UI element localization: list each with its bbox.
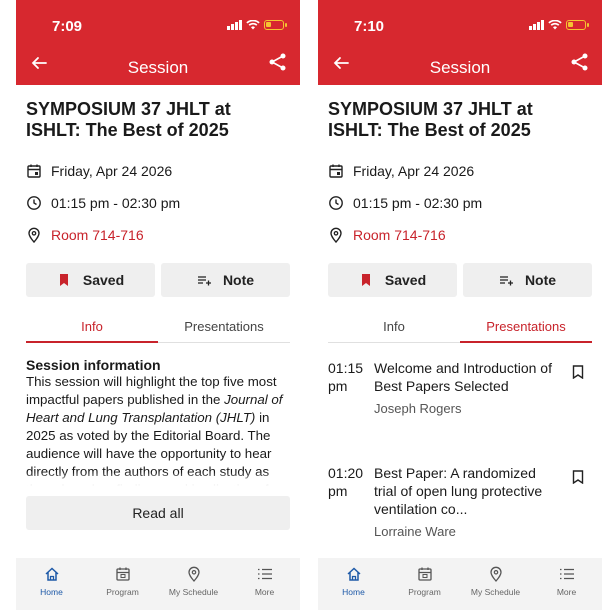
signal-icon bbox=[529, 20, 544, 30]
tab-info[interactable]: Info bbox=[26, 309, 158, 343]
session-time: 01:15 pm - 02:30 pm bbox=[26, 187, 290, 219]
status-time: 7:10 bbox=[354, 18, 385, 35]
presentation-title: Best Paper: A randomized trial of open l… bbox=[374, 465, 543, 517]
clock-icon bbox=[27, 196, 41, 210]
home-icon bbox=[44, 567, 59, 581]
read-all-button[interactable]: Read all bbox=[26, 496, 290, 530]
note-button[interactable]: Note bbox=[463, 263, 592, 297]
wifi-icon bbox=[246, 20, 260, 30]
status-bar: 7:09 bbox=[16, 0, 300, 42]
location-pin-icon bbox=[489, 566, 502, 582]
location-pin-icon bbox=[28, 227, 40, 243]
status-bar: 7:10 bbox=[318, 0, 602, 42]
bookmark-filled-icon bbox=[59, 274, 68, 286]
tab-presentations[interactable]: Presentations bbox=[460, 309, 592, 343]
presentation-time: 01:20 pm bbox=[328, 465, 364, 499]
add-note-icon bbox=[197, 276, 211, 286]
nav-more[interactable]: More bbox=[531, 558, 602, 610]
menu-icon bbox=[559, 568, 574, 580]
header-title: Session bbox=[127, 58, 189, 77]
home-icon bbox=[346, 567, 361, 581]
nav-program[interactable]: Program bbox=[87, 558, 158, 610]
presentation-time: 01:15 pm bbox=[328, 360, 364, 394]
saved-button[interactable]: Saved bbox=[328, 263, 457, 297]
status-time: 7:09 bbox=[52, 18, 83, 35]
header-title: Session bbox=[429, 58, 491, 77]
session-date: Friday, Apr 24 2026 bbox=[26, 155, 290, 187]
bookmark-icon[interactable] bbox=[572, 470, 584, 484]
phone-screen-info: 7:09 Session SYMPOSIUM 37 JHLT at ISHLT:… bbox=[16, 0, 300, 610]
phone-screen-presentations: 7:10 Session SYMPOSIUM 37 JHLT at ISHLT:… bbox=[318, 0, 602, 610]
session-date: Friday, Apr 24 2026 bbox=[328, 155, 592, 187]
presentation-item[interactable]: 01:20 pm Best Paper: A randomized trial … bbox=[328, 464, 592, 539]
session-tabs: Info Presentations bbox=[328, 309, 592, 343]
info-heading: Session information bbox=[26, 357, 161, 373]
bottom-nav: Home Program My Schedule More bbox=[16, 558, 300, 610]
wifi-icon bbox=[548, 20, 562, 30]
menu-icon bbox=[257, 568, 272, 580]
session-title: SYMPOSIUM 37 JHLT at ISHLT: The Best of … bbox=[26, 99, 231, 140]
tab-presentations[interactable]: Presentations bbox=[158, 309, 290, 342]
session-content: SYMPOSIUM 37 JHLT at ISHLT: The Best of … bbox=[16, 99, 300, 530]
nav-my-schedule[interactable]: My Schedule bbox=[460, 558, 531, 610]
presentation-author: Lorraine Ware bbox=[374, 524, 456, 539]
share-icon[interactable] bbox=[268, 52, 288, 72]
session-content: SYMPOSIUM 37 JHLT at ISHLT: The Best of … bbox=[318, 99, 602, 539]
bottom-nav: Home Program My Schedule More bbox=[318, 558, 602, 610]
bookmark-filled-icon bbox=[361, 274, 370, 286]
session-room[interactable]: Room 714-716 bbox=[328, 219, 592, 251]
battery-icon bbox=[566, 20, 589, 30]
clock-icon bbox=[329, 196, 343, 210]
note-button[interactable]: Note bbox=[161, 263, 290, 297]
calendar-icon bbox=[417, 567, 432, 581]
calendar-icon bbox=[329, 164, 343, 178]
app-bar: 7:09 Session bbox=[16, 0, 300, 85]
location-pin-icon bbox=[330, 227, 342, 243]
nav-program[interactable]: Program bbox=[389, 558, 460, 610]
nav-more[interactable]: More bbox=[229, 558, 300, 610]
presentation-title: Welcome and Introduction of Best Papers … bbox=[374, 360, 552, 394]
location-pin-icon bbox=[187, 566, 200, 582]
saved-button[interactable]: Saved bbox=[26, 263, 155, 297]
calendar-icon bbox=[115, 567, 130, 581]
nav-home[interactable]: Home bbox=[16, 558, 87, 610]
session-time: 01:15 pm - 02:30 pm bbox=[328, 187, 592, 219]
session-title: SYMPOSIUM 37 JHLT at ISHLT: The Best of … bbox=[328, 99, 533, 140]
share-icon[interactable] bbox=[570, 52, 590, 72]
nav-my-schedule[interactable]: My Schedule bbox=[158, 558, 229, 610]
presentation-author: Joseph Rogers bbox=[374, 401, 462, 416]
add-note-icon bbox=[499, 276, 513, 286]
tab-info[interactable]: Info bbox=[328, 309, 460, 342]
session-room[interactable]: Room 714-716 bbox=[26, 219, 290, 251]
info-description: This session will highlight the top five… bbox=[26, 373, 290, 486]
battery-icon bbox=[264, 20, 287, 30]
nav-home[interactable]: Home bbox=[318, 558, 389, 610]
app-bar: 7:10 Session bbox=[318, 0, 602, 85]
signal-icon bbox=[227, 20, 242, 30]
calendar-icon bbox=[27, 164, 41, 178]
presentation-item[interactable]: 01:15 pm Welcome and Introduction of Bes… bbox=[328, 359, 592, 416]
session-tabs: Info Presentations bbox=[26, 309, 290, 343]
bookmark-icon[interactable] bbox=[572, 365, 584, 379]
